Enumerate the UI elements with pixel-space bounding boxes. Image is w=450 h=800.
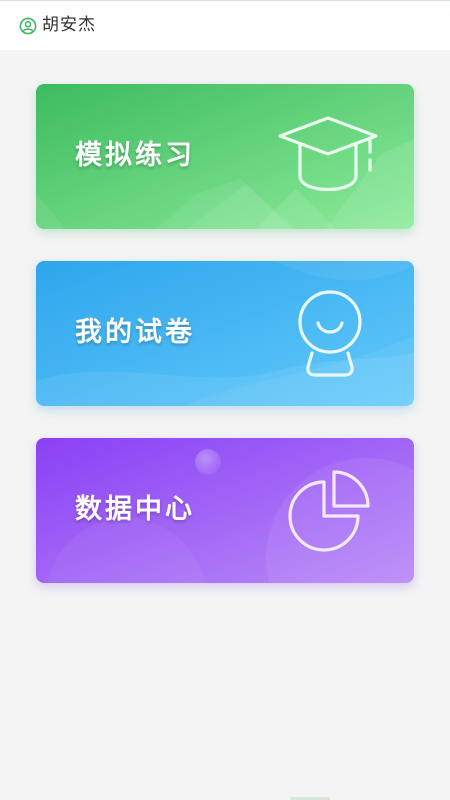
card-data[interactable]: 数据中心 [36, 438, 414, 583]
app-header: 胡安杰 [0, 1, 450, 50]
graduation-cap-icon [278, 116, 378, 192]
card-data-title: 数据中心 [75, 494, 195, 525]
smiley-person-icon [298, 290, 362, 377]
card-papers-title: 我的试卷 [75, 317, 195, 348]
card-practice-title: 模拟练习 [75, 140, 195, 171]
user-name[interactable]: 胡安杰 [42, 13, 96, 37]
card-practice[interactable]: 模拟练习 [36, 84, 414, 229]
card-papers[interactable]: 我的试卷 [36, 261, 414, 406]
pie-chart-icon [288, 470, 370, 552]
user-circle-icon[interactable] [19, 17, 37, 35]
